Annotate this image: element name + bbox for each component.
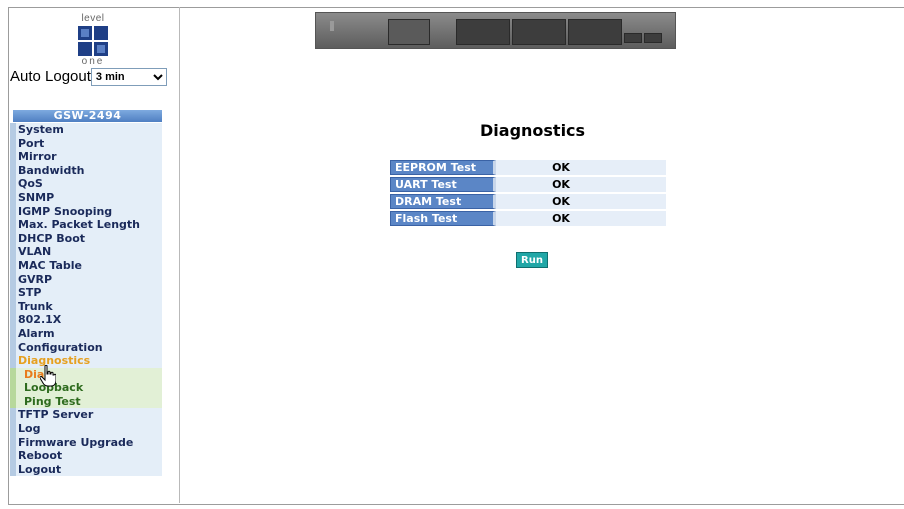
- hand-cursor-icon: [40, 365, 56, 387]
- sidebar-subitem-loopback[interactable]: Loopback: [10, 381, 162, 395]
- sidebar-item-qos[interactable]: QoS: [10, 177, 162, 191]
- device-port-block: [624, 33, 642, 43]
- sidebar-item-bandwidth[interactable]: Bandwidth: [10, 163, 162, 178]
- test-result: OK: [496, 194, 666, 209]
- switch-device-image: [315, 12, 676, 49]
- sidebar-item-port[interactable]: Port: [10, 136, 162, 151]
- logo-top-text: level: [81, 13, 105, 24]
- device-port-block: [456, 19, 510, 45]
- device-port-block: [568, 19, 622, 45]
- sidebar-item-logout[interactable]: Logout: [10, 462, 162, 477]
- device-panel-block: [388, 19, 430, 45]
- table-row: UART Test OK: [390, 177, 666, 192]
- frame-divider: [179, 7, 180, 503]
- sidebar-item-dhcp-boot[interactable]: DHCP Boot: [10, 231, 162, 246]
- test-result: OK: [496, 177, 666, 192]
- sidebar-item-firmware-upgrade[interactable]: Firmware Upgrade: [10, 435, 162, 450]
- sidebar-item-diagnostics[interactable]: Diagnostics: [10, 354, 162, 368]
- auto-logout: Auto Logout 3 min: [10, 68, 167, 87]
- test-result: OK: [496, 160, 666, 175]
- sidebar-item-stp[interactable]: STP: [10, 286, 162, 300]
- test-name: Flash Test: [390, 211, 496, 226]
- diagnostics-table: EEPROM Test OK UART Test OK DRAM Test OK…: [390, 158, 666, 228]
- sidebar-item-mac-table[interactable]: MAC Table: [10, 258, 162, 273]
- device-led: [330, 21, 334, 31]
- sidebar-subitem-ping-test[interactable]: Ping Test: [10, 394, 162, 409]
- sidebar-item-802-1x[interactable]: 802.1X: [10, 313, 162, 327]
- test-name: UART Test: [390, 177, 496, 192]
- sidebar-item-configuration[interactable]: Configuration: [10, 340, 162, 355]
- table-row: Flash Test OK: [390, 211, 666, 226]
- test-name: DRAM Test: [390, 194, 496, 209]
- level-one-logo: level one: [74, 14, 112, 72]
- sidebar-item-vlan[interactable]: VLAN: [10, 245, 162, 259]
- sidebar-item-gvrp[interactable]: GVRP: [10, 272, 162, 287]
- sidebar-menu: System Port Mirror Bandwidth QoS SNMP IG…: [10, 123, 162, 477]
- sidebar-item-trunk[interactable]: Trunk: [10, 299, 162, 314]
- test-name: EEPROM Test: [390, 160, 496, 175]
- sidebar-item-reboot[interactable]: Reboot: [10, 449, 162, 463]
- run-button[interactable]: Run: [516, 252, 548, 268]
- logo-mark-icon: [78, 26, 108, 56]
- device-port-block: [512, 19, 566, 45]
- sidebar-subitem-diag[interactable]: Diag: [10, 367, 162, 382]
- sidebar-item-snmp[interactable]: SNMP: [10, 190, 162, 205]
- auto-logout-select[interactable]: 3 min: [90, 68, 167, 87]
- page-title: Diagnostics: [480, 121, 586, 140]
- table-row: EEPROM Test OK: [390, 160, 666, 175]
- sidebar-item-system[interactable]: System: [10, 123, 162, 137]
- sidebar-item-igmp-snooping[interactable]: IGMP Snooping: [10, 204, 162, 219]
- test-result: OK: [496, 211, 666, 226]
- sidebar-item-max-packet-length[interactable]: Max. Packet Length: [10, 218, 162, 232]
- logo-bottom-text: one: [81, 56, 105, 67]
- sidebar-item-mirror[interactable]: Mirror: [10, 150, 162, 164]
- device-port-block: [644, 33, 662, 43]
- table-row: DRAM Test OK: [390, 194, 666, 209]
- sidebar-item-tftp-server[interactable]: TFTP Server: [10, 408, 162, 423]
- auto-logout-label: Auto Logout: [10, 68, 91, 85]
- sidebar-item-log[interactable]: Log: [10, 422, 162, 436]
- sidebar-item-alarm[interactable]: Alarm: [10, 326, 162, 341]
- device-name-header: GSW-2494: [10, 110, 162, 122]
